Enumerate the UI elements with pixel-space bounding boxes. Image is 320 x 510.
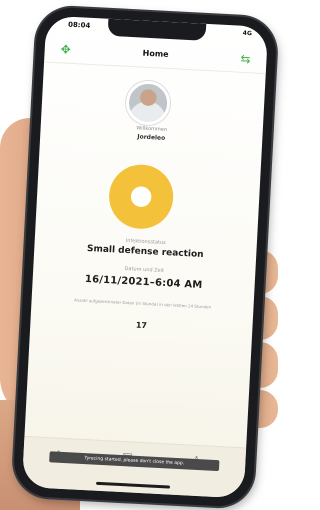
page-title: Home [142, 48, 169, 59]
status-time: 08:04 [67, 20, 91, 30]
count-label: Anzahl aufgezeichneter Daten (in Stunde)… [73, 297, 212, 310]
swap-arrows-icon[interactable]: ⇆ [238, 52, 253, 67]
status-indicator [107, 163, 175, 231]
phone-screen: 08:04 4G ✥ Home ⇆ Willkommen Jordeleo In… [21, 15, 269, 499]
phone-frame: 08:04 4G ✥ Home ⇆ Willkommen Jordeleo In… [12, 6, 278, 508]
status-signal: 4G [242, 29, 253, 38]
nav-divider [44, 61, 266, 75]
count-value: 17 [135, 320, 148, 331]
avatar [124, 79, 172, 127]
phone-notch [107, 18, 207, 41]
